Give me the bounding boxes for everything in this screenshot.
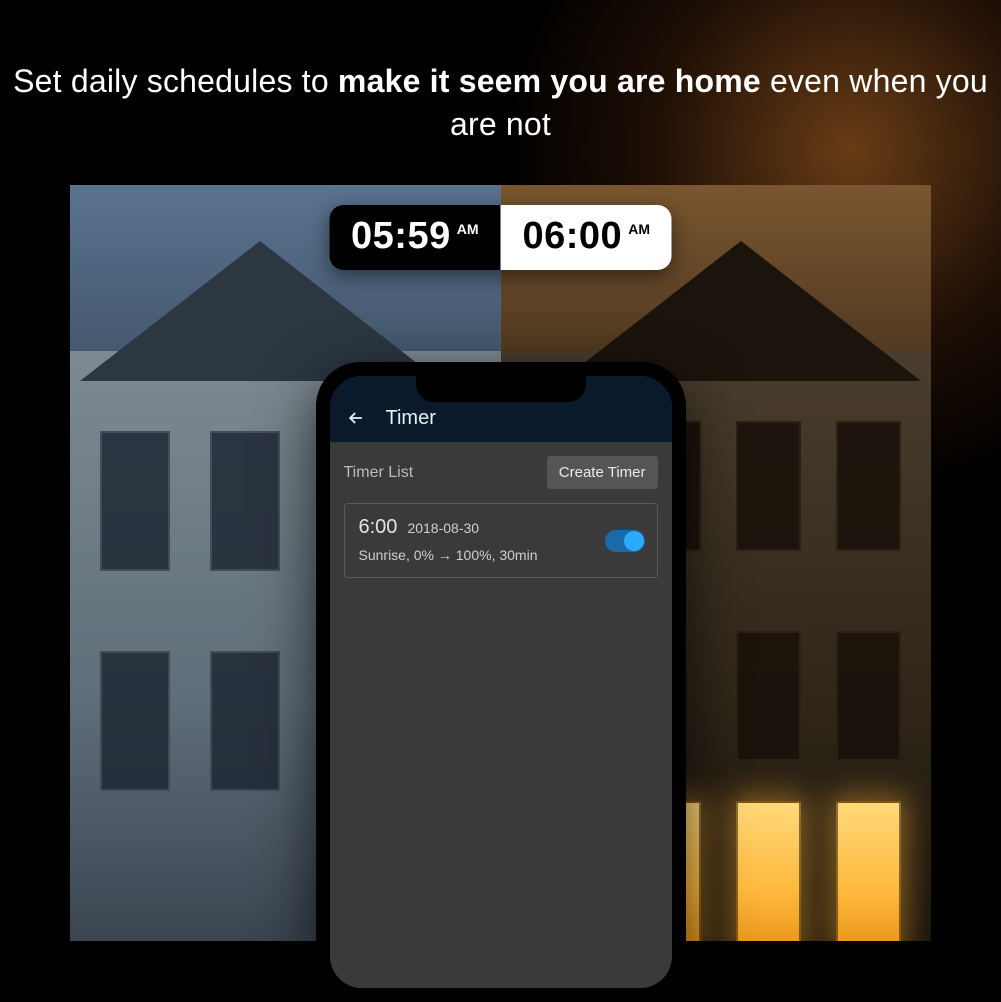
arrow-left-icon [346, 408, 366, 428]
window-lit [836, 801, 901, 941]
phone-mockup: Timer Timer List Create Timer 6:00 2018-… [316, 362, 686, 1002]
tagline-part1: Set daily schedules to [13, 63, 338, 99]
time-after-ampm: AM [628, 221, 650, 237]
window [100, 651, 170, 791]
window [736, 631, 801, 761]
back-button[interactable] [344, 406, 368, 430]
window [836, 631, 901, 761]
timer-item-date: 2018-08-30 [407, 520, 479, 536]
window [736, 421, 801, 551]
time-before-value: 05:59 [351, 215, 451, 258]
tagline-bold: make it seem you are home [338, 63, 761, 99]
window-lit [736, 801, 801, 941]
timer-item-detail: Sunrise, 0% → 100%, 30min [359, 547, 643, 563]
window [100, 431, 170, 571]
window [210, 431, 280, 571]
timer-list-label: Timer List [344, 464, 414, 482]
time-after: 06:00 AM [501, 205, 672, 270]
timer-item-time: 6:00 [359, 516, 398, 539]
marketing-tagline: Set daily schedules to make it seem you … [0, 60, 1001, 146]
list-header-row: Timer List Create Timer [344, 456, 658, 489]
phone-notch [416, 376, 586, 402]
time-after-value: 06:00 [523, 215, 623, 258]
window [836, 421, 901, 551]
screen-title: Timer [386, 407, 436, 430]
create-timer-button[interactable]: Create Timer [547, 456, 658, 489]
time-comparison-pill: 05:59 AM 06:00 AM [329, 205, 672, 270]
timer-item-line1: 6:00 2018-08-30 [359, 516, 643, 539]
time-before-ampm: AM [457, 221, 479, 237]
time-before: 05:59 AM [329, 205, 500, 270]
app-content: Timer List Create Timer 6:00 2018-08-30 … [330, 442, 672, 988]
window [210, 651, 280, 791]
phone-screen: Timer Timer List Create Timer 6:00 2018-… [330, 376, 672, 988]
timer-item[interactable]: 6:00 2018-08-30 Sunrise, 0% → 100%, 30mi… [344, 503, 658, 578]
timer-enable-toggle[interactable] [605, 530, 645, 552]
